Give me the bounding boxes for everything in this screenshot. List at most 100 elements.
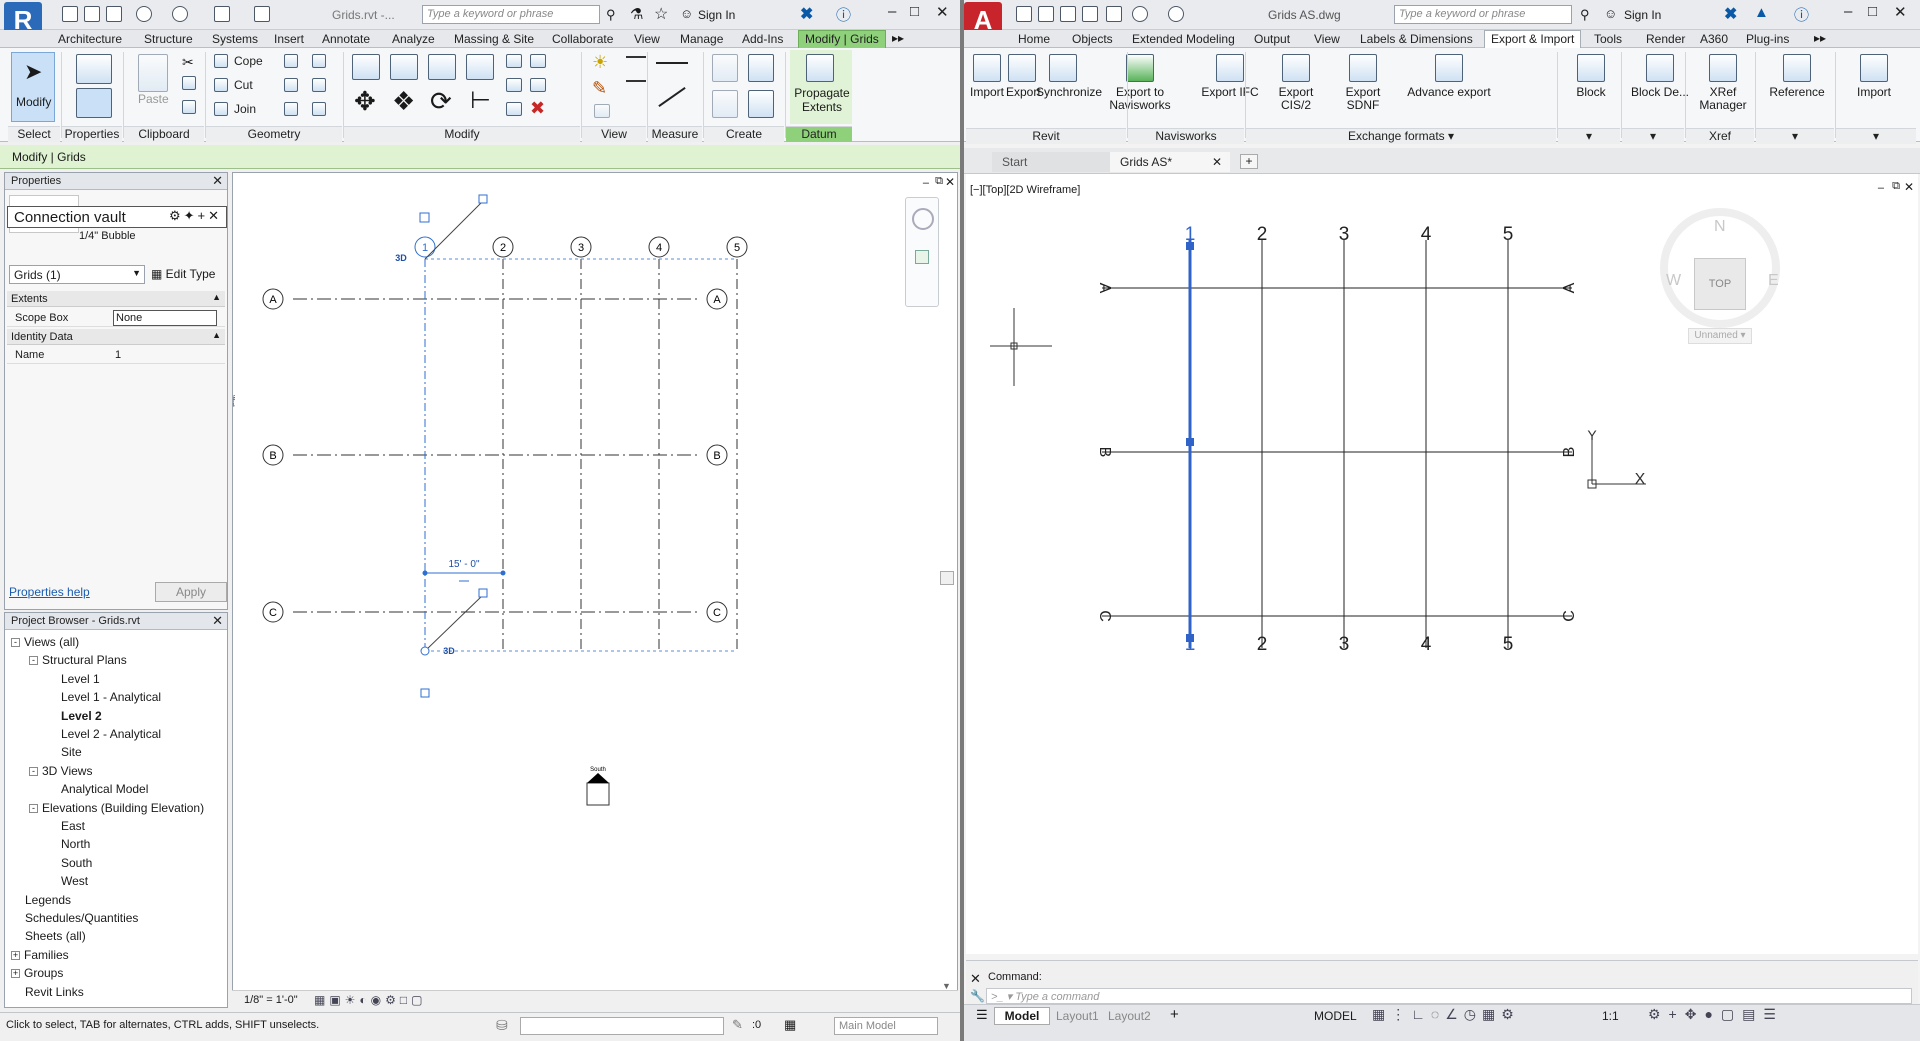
array-icon[interactable] <box>506 78 522 92</box>
acad-sign-in[interactable]: Sign In <box>1624 8 1661 22</box>
acad-ribbon-button[interactable]: Import <box>970 50 1004 124</box>
browser-item[interactable]: - Structural Plans <box>29 653 127 667</box>
cut-label[interactable]: Cut <box>234 78 253 92</box>
tab-output[interactable]: Output <box>1254 32 1290 46</box>
tab-modify-grids[interactable]: Modify | Grids <box>798 30 886 49</box>
revit-maximize-button[interactable]: □ <box>910 3 919 20</box>
paint-icon[interactable] <box>312 54 326 68</box>
type-properties-icon[interactable] <box>76 54 112 84</box>
edit-type-button[interactable]: ▦ Edit Type <box>151 267 215 281</box>
acad-grid-drawing[interactable]: A AB BC C1122334455XY <box>966 174 1918 954</box>
open-icon[interactable] <box>62 6 78 22</box>
browser-item[interactable]: Sheets (all) <box>11 929 86 943</box>
acad-ribbon-button[interactable]: Import <box>1844 50 1904 124</box>
acad-ribbon-button[interactable]: Export <box>1006 50 1041 124</box>
binoculars-icon[interactable]: ⚲ <box>1580 7 1590 23</box>
cut-scissors-icon[interactable]: ✂ <box>182 54 194 71</box>
customize-icon[interactable]: 🔧 <box>970 989 985 1003</box>
annotation-scale[interactable]: 1:1 <box>1602 1009 1619 1023</box>
name-field[interactable]: 1 <box>115 349 121 361</box>
browser-item[interactable]: Site <box>47 745 82 759</box>
split-icon[interactable] <box>506 54 522 68</box>
linework-icon[interactable] <box>594 104 610 118</box>
exchange-icon[interactable]: ✖ <box>800 4 813 24</box>
panel-exchange-formats[interactable]: Exchange formats ▾ <box>1246 128 1556 144</box>
collapse-icon[interactable]: - <box>29 656 38 666</box>
wall-join-icon[interactable] <box>312 102 326 116</box>
revit-sign-in[interactable]: Sign In <box>698 8 735 22</box>
collapse-icon[interactable]: - <box>11 638 20 647</box>
browser-item[interactable]: North <box>47 837 90 851</box>
beam-join-icon[interactable] <box>284 102 298 116</box>
delete-icon[interactable]: ✖ <box>530 98 545 119</box>
trim-extend-icon[interactable]: ⊢ <box>470 86 491 115</box>
acad-ribbon-button[interactable]: XRef Manager <box>1696 50 1750 124</box>
command-input[interactable]: >_ ▾ Type a command <box>986 988 1912 1004</box>
collapse-icon[interactable]: - <box>29 766 38 776</box>
view-scale[interactable]: 1/8" = 1'-0" <box>244 994 298 1006</box>
acad-ribbon-button[interactable]: Reference <box>1764 50 1830 124</box>
apply-button[interactable]: Apply <box>155 582 227 602</box>
revit-drawing-area[interactable]: – ⧉ ✕ ▼ A A B B C C 1 2 3 4 5 3D 3D 15' - 0" West South <box>232 172 958 1007</box>
modify-button[interactable]: ➤ Modify <box>11 52 55 122</box>
close-icon[interactable]: ✕ <box>970 971 981 987</box>
revit-minimize-button[interactable]: – <box>888 3 896 20</box>
browser-item[interactable]: South <box>47 856 92 870</box>
help-icon[interactable]: ⓘ <box>1794 4 1809 25</box>
expand-icon[interactable]: + <box>11 950 20 960</box>
aligned-dimension-icon[interactable] <box>658 87 686 107</box>
browser-item[interactable]: Level 1 - Analytical <box>47 690 161 704</box>
acad-ribbon-button[interactable]: Block De... <box>1630 50 1690 124</box>
close-icon[interactable]: ✕ <box>212 173 223 189</box>
drafting-aids-icons[interactable]: ▦⋮∟◌∠◷▦⚙ <box>1372 1006 1520 1023</box>
revit-grid-plan[interactable]: A A B B C C 1 2 3 4 5 3D 3D 15' - 0" West South <box>233 173 959 1008</box>
acad-ribbon-button[interactable]: Synchronize <box>1036 50 1102 124</box>
group-identity-data[interactable]: Identity Data ▲ <box>7 329 225 345</box>
tab-plug-ins[interactable]: Plug-ins <box>1746 32 1789 46</box>
ribbon-expand-icon[interactable]: ▸▸ <box>892 31 904 45</box>
browser-item[interactable]: + Families <box>11 948 69 962</box>
browser-item[interactable]: Level 2 - Analytical <box>47 727 161 741</box>
browser-item[interactable]: Legends <box>11 893 71 907</box>
acad-ribbon-button[interactable]: Export IFC <box>1200 50 1260 124</box>
create-parts-icon[interactable] <box>748 54 774 82</box>
acad-minimize-button[interactable]: – <box>1844 3 1852 20</box>
a360-icon[interactable]: ▲ <box>1754 4 1769 21</box>
join-icon[interactable] <box>214 102 228 116</box>
tab-home[interactable]: Home <box>1018 32 1050 46</box>
cope-icon[interactable] <box>214 54 228 68</box>
binoculars-icon[interactable]: ⚲ <box>606 7 616 23</box>
browser-item[interactable]: Level 2 <box>47 709 102 723</box>
tab-render[interactable]: Render <box>1646 32 1685 46</box>
browser-item[interactable]: Analytical Model <box>47 782 148 796</box>
help-icon[interactable]: ⓘ <box>836 4 851 25</box>
favorites-icon[interactable]: ☆ <box>654 4 668 24</box>
tab-massing-site[interactable]: Massing & Site <box>454 32 534 46</box>
mirror-draw-icon[interactable] <box>466 54 494 80</box>
view-control-icons[interactable]: ▦▣☀◐◉⚙□▢ <box>314 993 427 1007</box>
panel-block-def-expand[interactable]: ▾ <box>1622 128 1684 144</box>
cut-geometry-icon[interactable] <box>214 78 228 92</box>
design-option-dropdown[interactable]: Main Model <box>834 1017 938 1035</box>
create-assembly-icon[interactable] <box>712 54 738 82</box>
redo-icon[interactable] <box>1168 6 1184 22</box>
browser-item[interactable]: West <box>47 874 88 888</box>
demolish-icon[interactable] <box>312 78 326 92</box>
view-line-icon[interactable] <box>626 56 646 58</box>
tab-view[interactable]: View <box>634 32 660 46</box>
acad-model-space[interactable]: [−][Top][2D Wireframe] – ⧉ ✕ N S E W TOP… <box>966 174 1918 954</box>
browser-item[interactable]: - Views (all) <box>11 635 79 649</box>
layout-tab-layout1[interactable]: Layout1 <box>1056 1009 1099 1023</box>
expand-icon[interactable]: + <box>11 969 20 979</box>
browser-item[interactable]: Revit Links <box>11 985 84 999</box>
split-face-icon[interactable] <box>284 78 298 92</box>
thin-lines-icon[interactable] <box>254 6 270 22</box>
save-as-icon[interactable] <box>1082 6 1098 22</box>
connection-vault-tooltip[interactable]: Connection vault ⚙✦+✕ <box>7 206 227 228</box>
close-icon[interactable]: ✕ <box>1212 155 1222 169</box>
acad-close-button[interactable]: ✕ <box>1894 3 1907 21</box>
group-extents[interactable]: Extents ▲ <box>7 291 225 307</box>
tab-structure[interactable]: Structure <box>144 32 193 46</box>
tab-objects[interactable]: Objects <box>1072 32 1113 46</box>
workset-dropdown[interactable] <box>520 1017 724 1035</box>
